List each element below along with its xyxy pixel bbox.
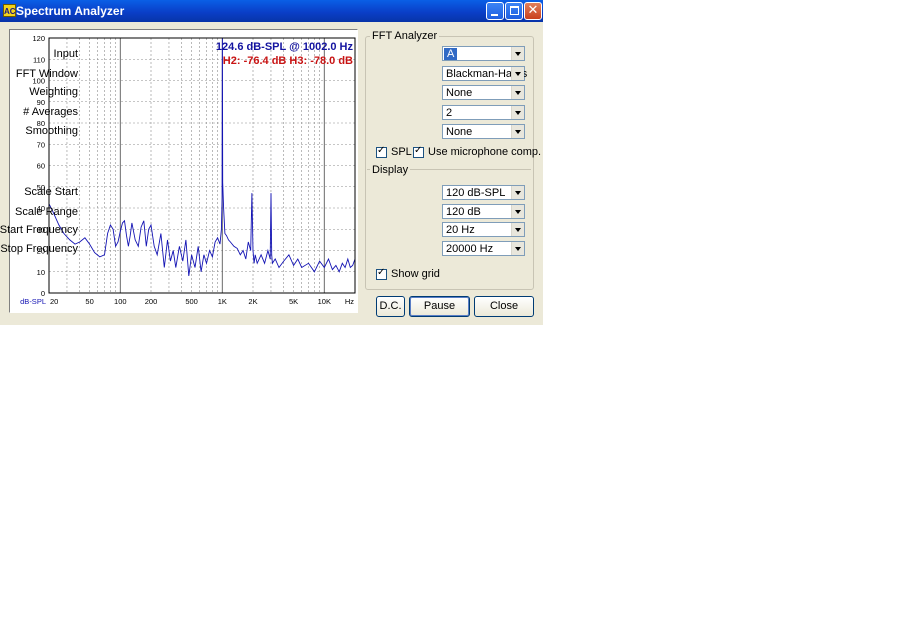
x-unit-label: Hz	[345, 297, 354, 306]
stop-frequency-label: Stop Frequency	[0, 243, 78, 255]
minimize-icon	[491, 14, 498, 16]
chevron-down-icon[interactable]	[511, 67, 524, 80]
show-grid-checkbox[interactable]	[376, 267, 387, 280]
fft-analyzer-legend: FFT Analyzer	[372, 30, 438, 42]
x-tick-label: 200	[145, 297, 158, 306]
x-tick-label: 100	[114, 297, 127, 306]
mic-comp-checkbox[interactable]	[413, 145, 424, 158]
close-window-button[interactable]: ✕	[524, 2, 542, 20]
x-tick-label: 10K	[318, 297, 331, 306]
chevron-down-icon[interactable]	[511, 205, 524, 218]
chevron-down-icon[interactable]	[511, 86, 524, 99]
chevron-down-icon[interactable]	[511, 242, 524, 255]
start-frequency-label: Start Frequency	[0, 224, 78, 236]
window-title: Spectrum Analyzer	[16, 4, 125, 18]
maximize-button[interactable]	[505, 2, 523, 20]
y-tick-label: 70	[37, 140, 45, 149]
y-tick-label: 10	[37, 268, 45, 277]
y-tick-label: 110	[33, 55, 45, 64]
y-tick-label: 120	[32, 34, 45, 43]
close-icon: ✕	[527, 3, 539, 18]
averages-select[interactable]: 2	[442, 105, 525, 120]
fft-window-label: FFT Window	[15, 68, 78, 80]
minimize-button[interactable]	[486, 2, 504, 20]
scale-start-select[interactable]: 120 dB-SPL	[442, 185, 525, 200]
stop-frequency-select[interactable]: 20000 Hz	[442, 241, 525, 256]
chevron-down-icon[interactable]	[511, 47, 524, 60]
maximize-icon	[510, 6, 519, 15]
spl-checkbox[interactable]	[376, 145, 387, 158]
close-button[interactable]: Close	[474, 296, 534, 317]
input-select[interactable]: A	[442, 46, 525, 61]
mic-comp-label: Use microphone comp.	[428, 146, 542, 158]
x-tick-label: 2K	[248, 297, 257, 306]
show-grid-label: Show grid	[391, 268, 440, 280]
spectrum-trace	[48, 37, 356, 277]
chevron-down-icon[interactable]	[511, 106, 524, 119]
chevron-down-icon[interactable]	[511, 125, 524, 138]
chevron-down-icon[interactable]	[511, 223, 524, 236]
peak-readout: 124.6 dB-SPL @ 1002.0 Hz	[216, 41, 354, 53]
spl-label: SPL	[391, 146, 412, 158]
x-tick-label: 500	[185, 297, 198, 306]
weighting-label: Weighting	[29, 86, 78, 98]
smoothing-label: Smoothing	[25, 125, 78, 137]
x-tick-label: 5K	[289, 297, 298, 306]
pause-button[interactable]: Pause	[409, 296, 470, 317]
fft-window-select[interactable]: Blackman-Harris	[442, 66, 527, 81]
harmonics-readout: H2: -76.4 dB H3: -78.0 dB	[223, 55, 353, 67]
x-tick-label: 20	[50, 297, 58, 306]
chevron-down-icon[interactable]	[511, 186, 524, 199]
x-tick-label: 50	[85, 297, 93, 306]
scale-start-label: Scale Start	[24, 186, 78, 198]
scale-range-select[interactable]: 120 dB	[442, 204, 525, 219]
app-icon: AC	[3, 4, 16, 17]
scale-range-label: Scale Range	[15, 206, 78, 218]
weighting-select[interactable]: None	[442, 85, 525, 100]
x-tick-label: 1K	[218, 297, 227, 306]
display-legend: Display	[370, 164, 411, 176]
y-unit-label: dB-SPL	[20, 297, 46, 306]
spectrum-analyzer-window: AC Spectrum Analyzer ✕ 120 110 100 90 80 70 60…	[0, 0, 543, 325]
start-frequency-select[interactable]: 20 Hz	[442, 222, 525, 237]
dc-button[interactable]: D.C.	[376, 296, 405, 317]
title-bar[interactable]: AC Spectrum Analyzer ✕	[0, 0, 543, 22]
averages-label: # Averages	[23, 106, 78, 118]
input-label: Input	[53, 48, 78, 60]
smoothing-select[interactable]: None	[442, 124, 525, 139]
y-tick-label: 60	[37, 162, 45, 171]
